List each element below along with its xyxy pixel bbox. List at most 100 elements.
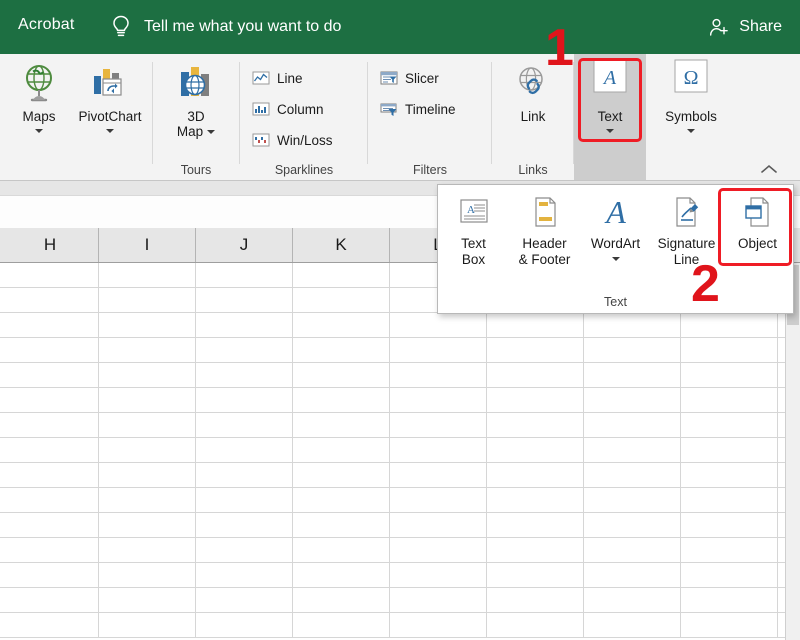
cell-L14[interactable]: [390, 588, 487, 613]
cell-O12[interactable]: [681, 538, 778, 563]
cell-M11[interactable]: [487, 513, 584, 538]
cell-I10[interactable]: [99, 488, 196, 513]
cell-K11[interactable]: [293, 513, 390, 538]
cell-O8[interactable]: [681, 438, 778, 463]
cell-I6[interactable]: [99, 388, 196, 413]
column-header-k[interactable]: K: [293, 228, 390, 262]
wordart-button[interactable]: A WordArt: [580, 185, 651, 285]
cell-K8[interactable]: [293, 438, 390, 463]
cell-N6[interactable]: [584, 388, 681, 413]
cell-L9[interactable]: [390, 463, 487, 488]
cell-M14[interactable]: [487, 588, 584, 613]
cell-O10[interactable]: [681, 488, 778, 513]
cell-H11[interactable]: [2, 513, 99, 538]
cell-J9[interactable]: [196, 463, 293, 488]
cell-K5[interactable]: [293, 363, 390, 388]
sparkline-column-button[interactable]: Column: [252, 99, 324, 119]
cell-N14[interactable]: [584, 588, 681, 613]
cell-N7[interactable]: [584, 413, 681, 438]
cell-K10[interactable]: [293, 488, 390, 513]
cell-I9[interactable]: [99, 463, 196, 488]
cell-O4[interactable]: [681, 338, 778, 363]
cell-I2[interactable]: [99, 288, 196, 313]
cell-K1[interactable]: [293, 263, 390, 288]
cell-H14[interactable]: [2, 588, 99, 613]
cell-L11[interactable]: [390, 513, 487, 538]
cell-K2[interactable]: [293, 288, 390, 313]
cell-I3[interactable]: [99, 313, 196, 338]
cell-O9[interactable]: [681, 463, 778, 488]
cell-I12[interactable]: [99, 538, 196, 563]
cell-L8[interactable]: [390, 438, 487, 463]
text-box-button[interactable]: A Text Box: [438, 185, 509, 285]
chevron-down-icon[interactable]: [612, 257, 620, 261]
cell-H13[interactable]: [2, 563, 99, 588]
cell-M10[interactable]: [487, 488, 584, 513]
cell-L12[interactable]: [390, 538, 487, 563]
cell-M3[interactable]: [487, 313, 584, 338]
cell-H4[interactable]: [2, 338, 99, 363]
cell-M13[interactable]: [487, 563, 584, 588]
sparkline-winloss-button[interactable]: Win/Loss: [252, 130, 333, 150]
cell-J7[interactable]: [196, 413, 293, 438]
chevron-down-icon[interactable]: [106, 129, 114, 133]
share-button[interactable]: Share: [708, 16, 782, 38]
cell-J12[interactable]: [196, 538, 293, 563]
cell-J11[interactable]: [196, 513, 293, 538]
maps-button[interactable]: Maps: [8, 60, 70, 133]
pivotchart-button[interactable]: PivotChart: [68, 60, 152, 133]
chevron-down-icon[interactable]: [35, 129, 43, 133]
cell-H6[interactable]: [2, 388, 99, 413]
cell-I8[interactable]: [99, 438, 196, 463]
cell-J3[interactable]: [196, 313, 293, 338]
cell-H12[interactable]: [2, 538, 99, 563]
cell-O3[interactable]: [681, 313, 778, 338]
cell-L15[interactable]: [390, 613, 487, 638]
cell-N15[interactable]: [584, 613, 681, 638]
cell-I14[interactable]: [99, 588, 196, 613]
cell-O14[interactable]: [681, 588, 778, 613]
chevron-up-icon[interactable]: [760, 162, 776, 174]
chevron-down-icon[interactable]: [606, 129, 614, 133]
cell-O15[interactable]: [681, 613, 778, 638]
cell-K7[interactable]: [293, 413, 390, 438]
cell-I15[interactable]: [99, 613, 196, 638]
column-header-j[interactable]: J: [196, 228, 293, 262]
cell-J8[interactable]: [196, 438, 293, 463]
cell-I5[interactable]: [99, 363, 196, 388]
cell-K3[interactable]: [293, 313, 390, 338]
symbols-button[interactable]: Ω Symbols: [660, 60, 722, 133]
cell-H3[interactable]: [2, 313, 99, 338]
cell-M4[interactable]: [487, 338, 584, 363]
vertical-scrollbar[interactable]: [785, 263, 800, 640]
chevron-down-icon[interactable]: [207, 130, 215, 134]
ribbon-tab-acrobat[interactable]: Acrobat: [18, 16, 75, 34]
slicer-button[interactable]: Slicer: [380, 68, 439, 88]
cell-N12[interactable]: [584, 538, 681, 563]
cell-J2[interactable]: [196, 288, 293, 313]
cell-N8[interactable]: [584, 438, 681, 463]
cell-M15[interactable]: [487, 613, 584, 638]
cell-K9[interactable]: [293, 463, 390, 488]
cell-L6[interactable]: [390, 388, 487, 413]
cell-J13[interactable]: [196, 563, 293, 588]
cell-J4[interactable]: [196, 338, 293, 363]
cell-L7[interactable]: [390, 413, 487, 438]
cell-H9[interactable]: [2, 463, 99, 488]
header-footer-button[interactable]: Header & Footer: [509, 185, 580, 285]
cell-J6[interactable]: [196, 388, 293, 413]
cell-H5[interactable]: [2, 363, 99, 388]
cell-L4[interactable]: [390, 338, 487, 363]
cell-L13[interactable]: [390, 563, 487, 588]
object-button[interactable]: Object: [722, 185, 793, 285]
timeline-button[interactable]: Timeline: [380, 99, 456, 119]
sparkline-line-button[interactable]: Line: [252, 68, 303, 88]
cell-I13[interactable]: [99, 563, 196, 588]
cell-M12[interactable]: [487, 538, 584, 563]
cell-N4[interactable]: [584, 338, 681, 363]
cell-J14[interactable]: [196, 588, 293, 613]
cell-I7[interactable]: [99, 413, 196, 438]
cell-J15[interactable]: [196, 613, 293, 638]
chevron-down-icon[interactable]: [687, 129, 695, 133]
text-button[interactable]: A Text: [579, 60, 641, 133]
